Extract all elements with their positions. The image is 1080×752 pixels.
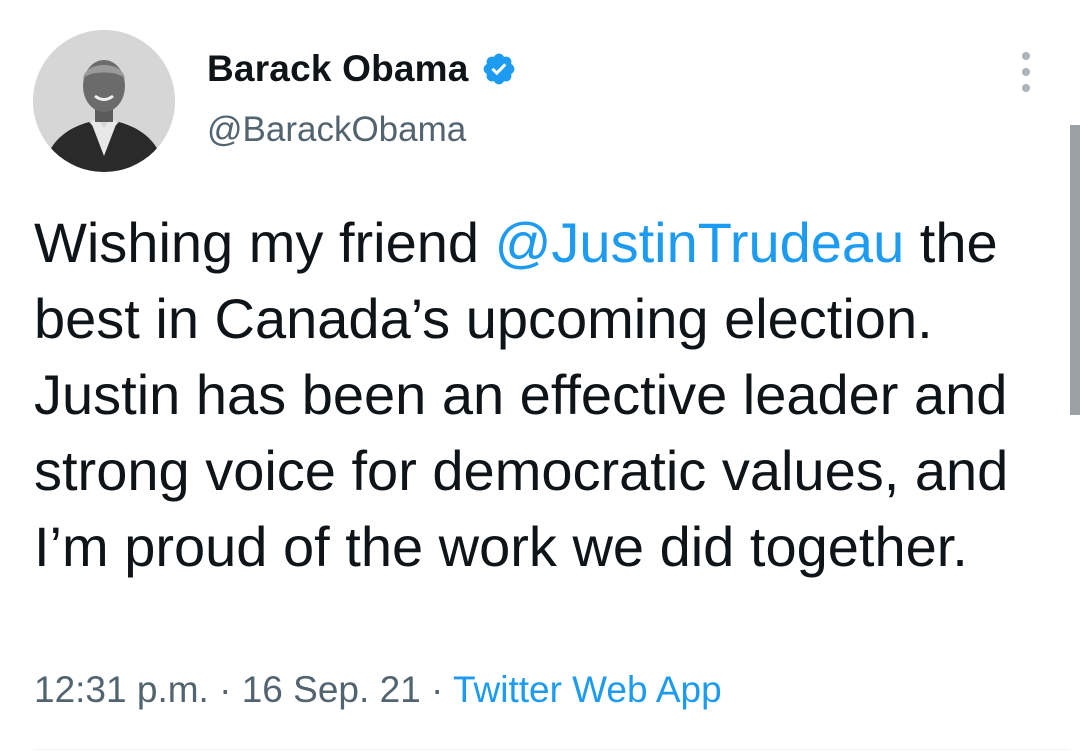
more-dot xyxy=(1022,84,1030,92)
verified-badge-icon xyxy=(481,51,517,87)
author-handle[interactable]: @BarackObama xyxy=(207,110,466,150)
tweet-source[interactable]: Twitter Web App xyxy=(453,669,722,710)
meta-separator: · xyxy=(208,669,242,710)
divider xyxy=(34,749,1070,750)
tweet-time[interactable]: 12:31 p.m. xyxy=(34,669,209,710)
avatar[interactable] xyxy=(33,30,175,172)
meta-separator: · xyxy=(420,669,453,710)
mention-link[interactable]: @JustinTrudeau xyxy=(495,211,905,274)
author-name-row: Barack Obama xyxy=(207,44,517,94)
tweet-text: Wishing my friend @JustinTrudeau the bes… xyxy=(34,205,1054,585)
tweet-text-before: Wishing my friend xyxy=(34,211,495,274)
tweet-meta: 12:31 p.m. · 16 Sep. 21 · Twitter Web Ap… xyxy=(34,669,722,711)
more-options-icon[interactable] xyxy=(1012,52,1040,92)
more-dot xyxy=(1022,52,1030,60)
avatar-photo xyxy=(33,30,175,172)
scrollbar[interactable] xyxy=(1070,125,1080,415)
more-dot xyxy=(1022,68,1030,76)
author-display-name[interactable]: Barack Obama xyxy=(207,48,469,90)
tweet-card: Barack Obama @BarackObama Wishing my fri… xyxy=(0,0,1080,752)
tweet-date[interactable]: 16 Sep. 21 xyxy=(242,669,421,710)
